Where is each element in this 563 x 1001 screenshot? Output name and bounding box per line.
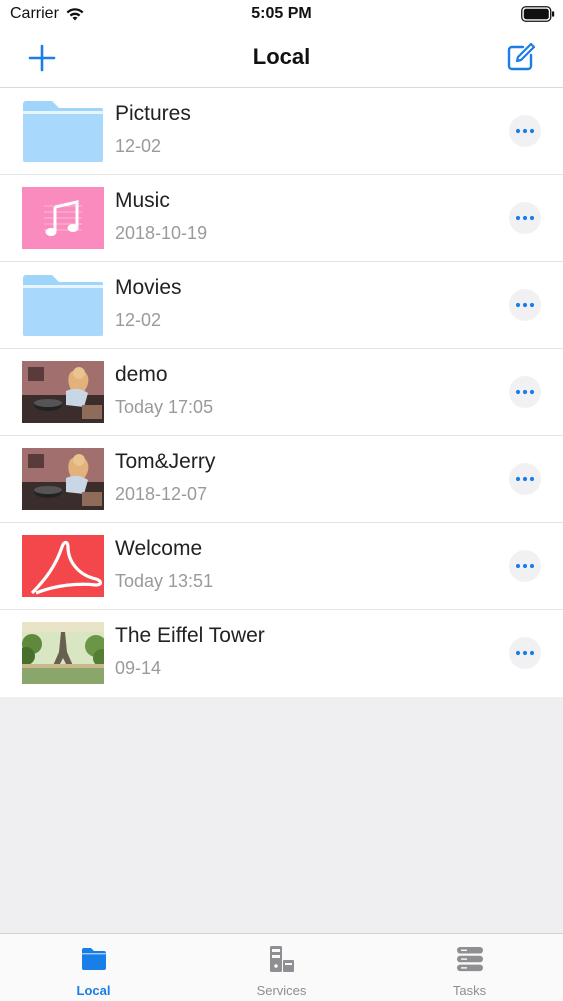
- ellipsis-icon: [515, 650, 535, 656]
- pdf-icon: [22, 535, 104, 597]
- compose-button[interactable]: [503, 40, 537, 74]
- ellipsis-icon: [515, 215, 535, 221]
- file-list: Pictures 12-02 Music 2018-10-19 Movies 1…: [0, 88, 563, 697]
- more-button[interactable]: [509, 202, 541, 234]
- item-date: 2018-12-07: [115, 484, 208, 504]
- stack-icon: [456, 947, 483, 972]
- more-button[interactable]: [509, 289, 541, 321]
- ellipsis-icon: [515, 302, 535, 308]
- folder-icon: [81, 948, 106, 970]
- tab-label: Tasks: [452, 983, 487, 998]
- tab-local[interactable]: Local: [0, 934, 187, 1001]
- list-item[interactable]: Music 2018-10-19: [0, 175, 563, 262]
- list-item[interactable]: Welcome Today 13:51: [0, 523, 563, 610]
- item-date: 2018-10-19: [115, 223, 208, 243]
- item-title: Pictures: [115, 102, 191, 125]
- folder-icon: [22, 100, 104, 162]
- status-time: 5:05 PM: [251, 5, 312, 22]
- page-title: Local: [252, 44, 311, 69]
- ellipsis-icon: [515, 389, 535, 395]
- ellipsis-icon: [515, 128, 535, 134]
- video-thumbnail: [22, 448, 104, 510]
- status-bar: Carrier 5:05 PM: [0, 0, 563, 30]
- video-thumbnail: [22, 361, 104, 423]
- tab-services[interactable]: Services: [188, 934, 375, 1001]
- item-date: 12-02: [115, 136, 162, 156]
- server-icon: [269, 946, 294, 972]
- list-item[interactable]: demo Today 17:05: [0, 349, 563, 436]
- more-button[interactable]: [509, 463, 541, 495]
- tab-bar: Local Services Tasks: [0, 933, 563, 1001]
- photo-thumbnail: [22, 622, 104, 684]
- folder-icon: [22, 274, 104, 336]
- more-button[interactable]: [509, 550, 541, 582]
- ellipsis-icon: [515, 476, 535, 482]
- more-button[interactable]: [509, 115, 541, 147]
- tab-label: Services: [256, 983, 307, 998]
- ellipsis-icon: [515, 563, 535, 569]
- item-title: The Eiffel Tower: [115, 624, 265, 647]
- item-date: 09-14: [115, 658, 162, 678]
- item-title: Welcome: [115, 537, 203, 560]
- music-note-icon: [22, 187, 104, 249]
- item-title: demo: [115, 363, 168, 386]
- item-title: Music: [115, 189, 170, 212]
- item-title: Movies: [115, 276, 182, 299]
- item-date: 12-02: [115, 310, 162, 330]
- list-item[interactable]: Pictures 12-02: [0, 88, 563, 175]
- list-item[interactable]: Tom&Jerry 2018-12-07: [0, 436, 563, 523]
- more-button[interactable]: [509, 376, 541, 408]
- item-date: Today 17:05: [115, 397, 214, 417]
- tab-label: Local: [76, 983, 111, 998]
- item-title: Tom&Jerry: [115, 450, 216, 473]
- item-date: Today 13:51: [115, 571, 214, 591]
- list-item[interactable]: Movies 12-02: [0, 262, 563, 349]
- more-button[interactable]: [509, 637, 541, 669]
- battery-icon: [521, 6, 555, 22]
- list-item[interactable]: The Eiffel Tower 09-14: [0, 610, 563, 697]
- navigation-bar: Local: [0, 30, 563, 88]
- tab-tasks[interactable]: Tasks: [376, 934, 563, 1001]
